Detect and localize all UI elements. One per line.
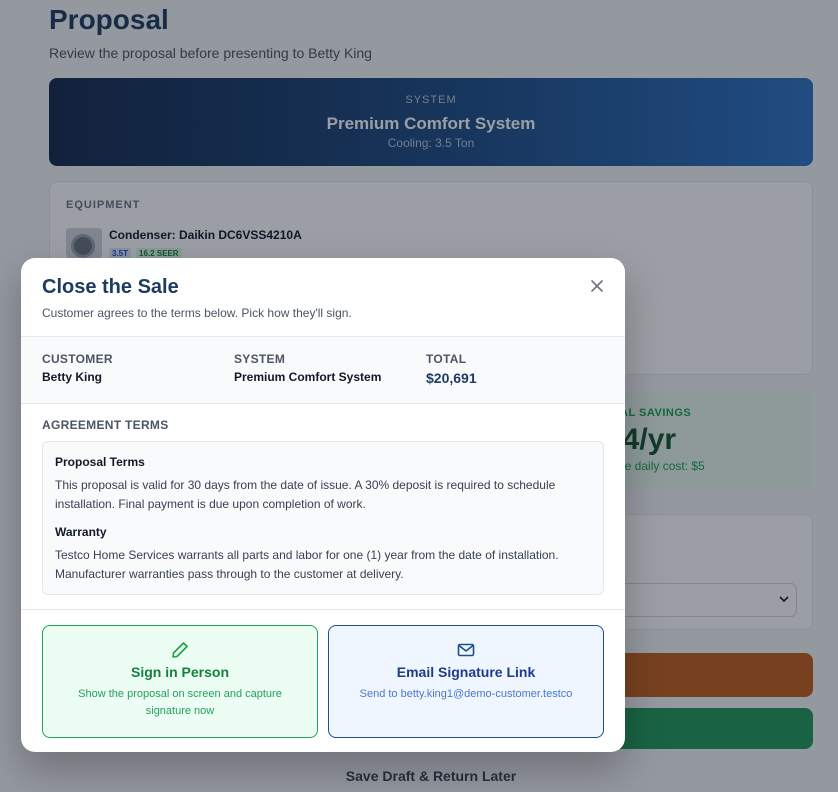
- sign-in-person-button[interactable]: Sign in Person Show the proposal on scre…: [42, 625, 318, 738]
- terms-body-warranty: Testco Home Services warrants all parts …: [55, 548, 559, 581]
- terms-heading-proposal: Proposal Terms: [55, 455, 145, 469]
- close-icon[interactable]: [588, 277, 606, 295]
- summary-system-value: Premium Comfort System: [234, 370, 382, 384]
- terms-body-proposal: This proposal is valid for 30 days from …: [55, 478, 556, 511]
- email-signature-title: Email Signature Link: [396, 664, 536, 680]
- summary-customer: CUSTOMER Betty King: [42, 352, 113, 384]
- agreement-terms-label: AGREEMENT TERMS: [42, 418, 169, 432]
- summary-system-label: SYSTEM: [234, 352, 286, 366]
- agreement-terms-box: Proposal Terms This proposal is valid fo…: [42, 441, 604, 595]
- mail-icon: [457, 643, 475, 657]
- modal-title: Close the Sale: [42, 276, 179, 298]
- sign-in-person-title: Sign in Person: [130, 664, 229, 680]
- pencil-icon: [172, 642, 188, 658]
- sale-summary: CUSTOMER Betty King SYSTEM Premium Comfo…: [21, 336, 625, 404]
- summary-customer-value: Betty King: [42, 370, 102, 384]
- modal-divider: [21, 609, 625, 610]
- close-sale-modal: Close the Sale Customer agrees to the te…: [21, 258, 625, 752]
- modal-subtitle: Customer agrees to the terms below. Pick…: [42, 306, 352, 320]
- email-signature-description: Send to betty.king1@demo-customer.testco: [359, 688, 573, 700]
- terms-heading-warranty: Warranty: [55, 525, 107, 539]
- summary-total: TOTAL $20,691: [426, 352, 477, 386]
- summary-system: SYSTEM Premium Comfort System: [234, 352, 381, 384]
- email-signature-link-button[interactable]: Email Signature Link Send to betty.king1…: [328, 625, 604, 738]
- sign-in-person-description: Show the proposal on screen and capture …: [78, 688, 282, 717]
- summary-total-value: $20,691: [426, 370, 477, 386]
- summary-total-label: TOTAL: [426, 352, 467, 366]
- summary-customer-label: CUSTOMER: [42, 352, 113, 366]
